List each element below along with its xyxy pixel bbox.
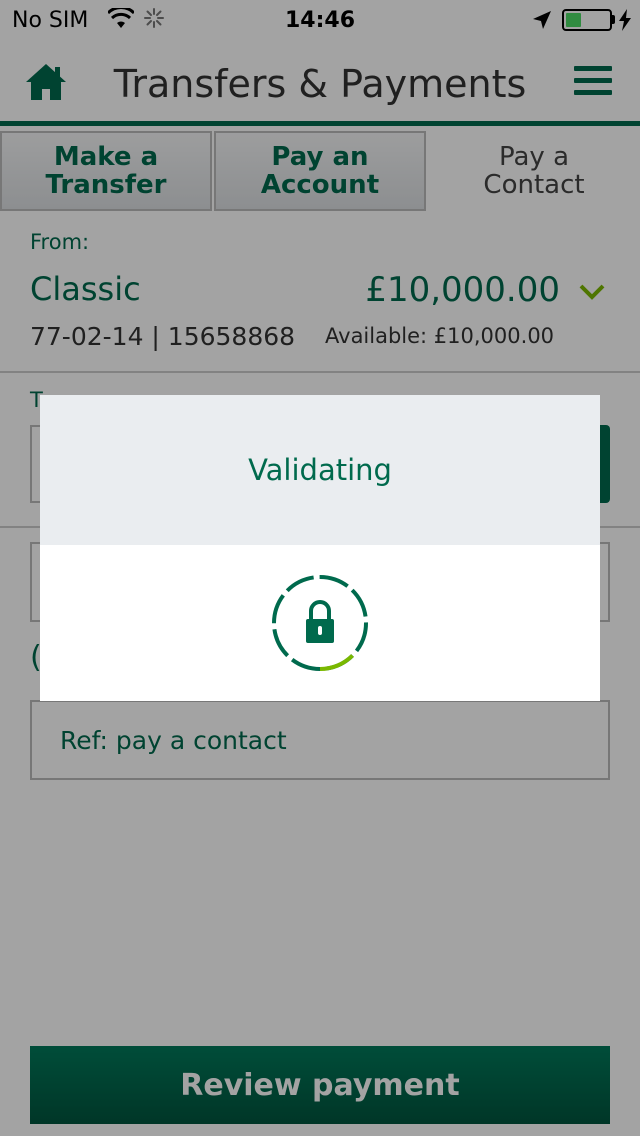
lock-spinner-icon — [272, 575, 368, 671]
validating-modal: Validating — [40, 395, 600, 701]
modal-header: Validating — [40, 395, 600, 545]
modal-title: Validating — [248, 453, 392, 487]
